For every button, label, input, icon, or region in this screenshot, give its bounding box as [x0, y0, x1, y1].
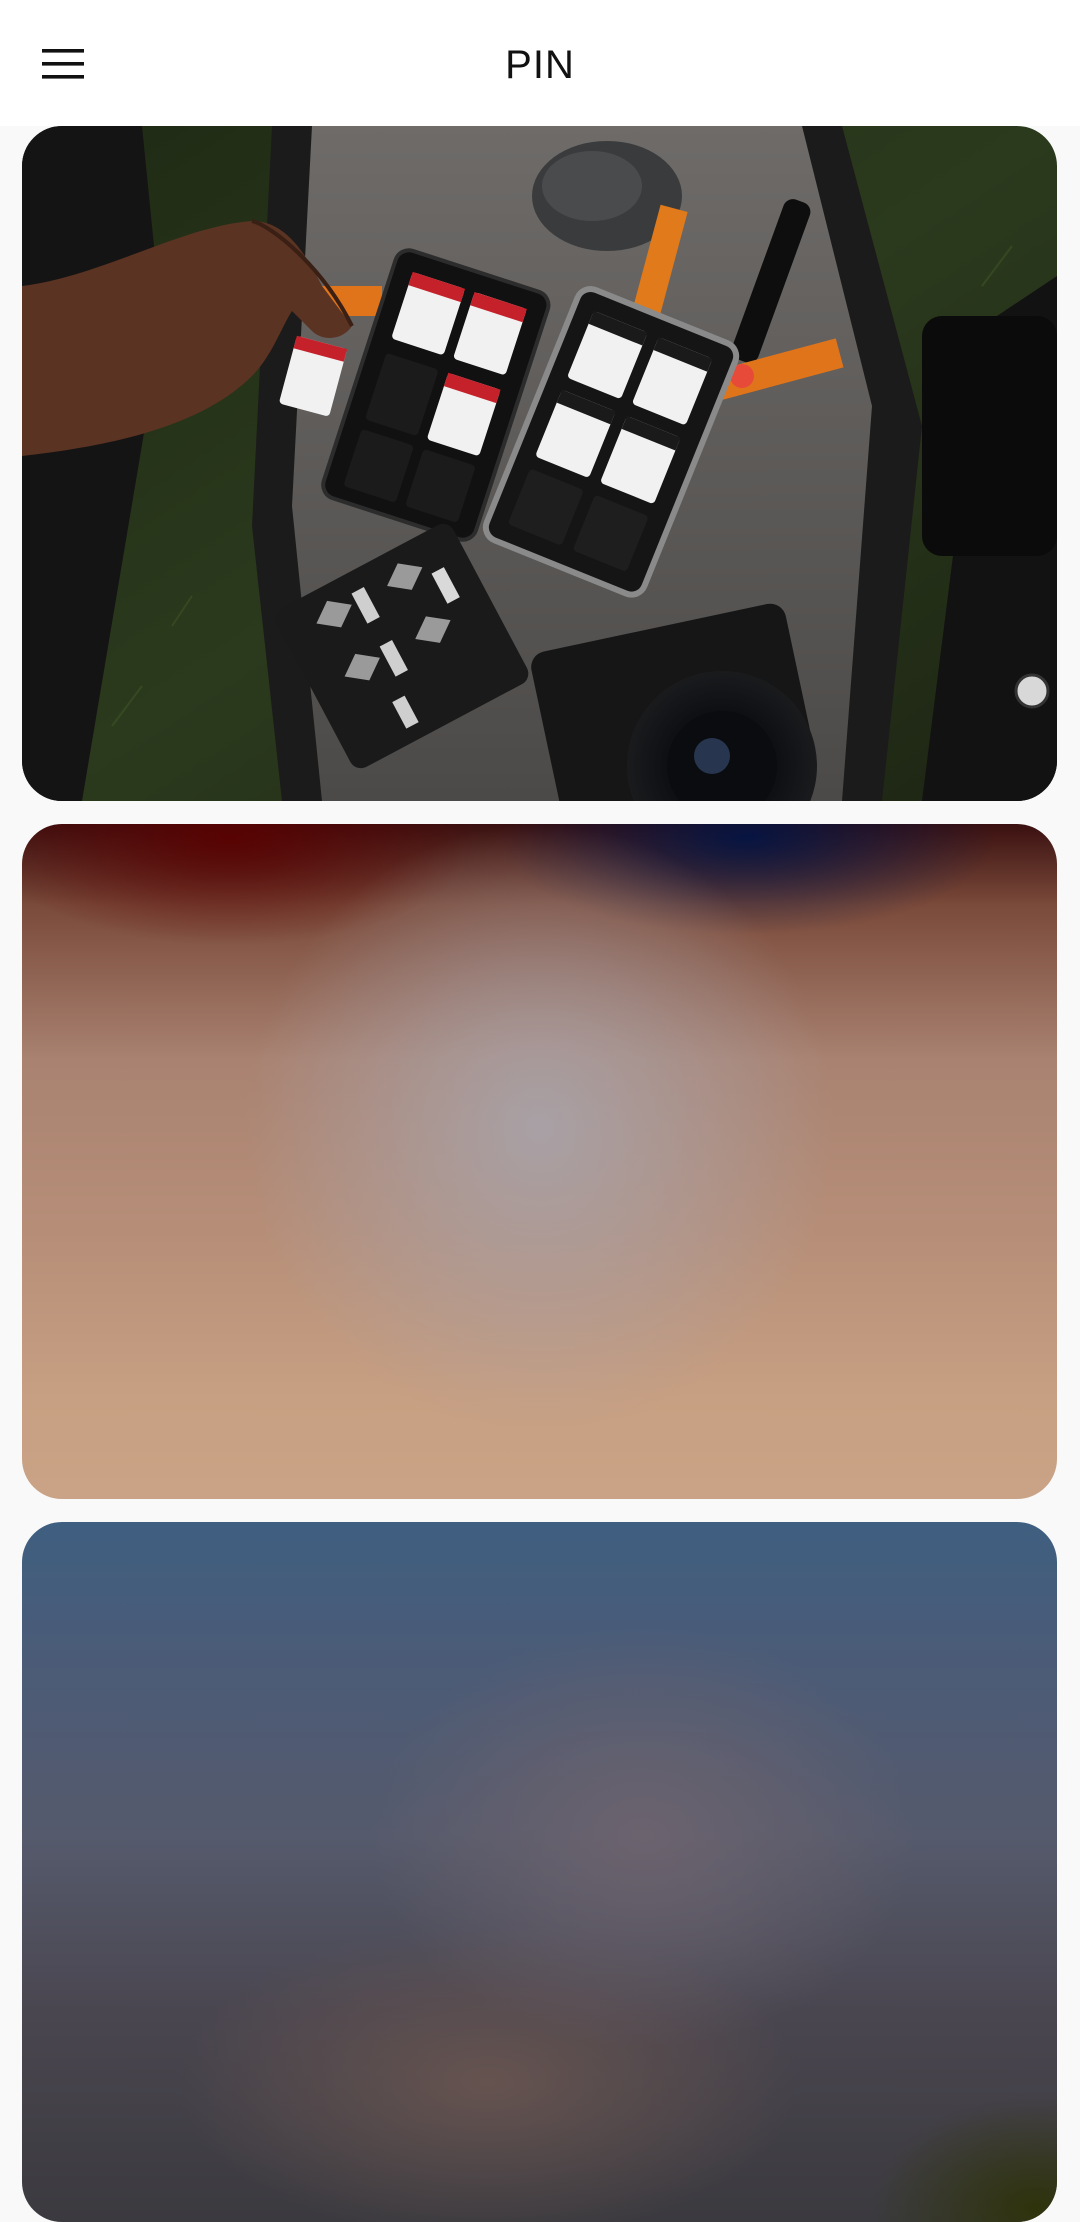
pin-card-photo[interactable]	[22, 126, 1057, 801]
pin-card-placeholder[interactable]	[22, 1522, 1057, 2222]
blurred-image-placeholder	[22, 824, 1057, 1499]
camera-bag-photo	[22, 126, 1057, 801]
blurred-image-placeholder	[22, 1522, 1057, 2222]
app-bar: PIN	[0, 0, 1080, 126]
app-title: PIN	[505, 43, 575, 87]
pin-card-placeholder[interactable]	[22, 824, 1057, 1499]
